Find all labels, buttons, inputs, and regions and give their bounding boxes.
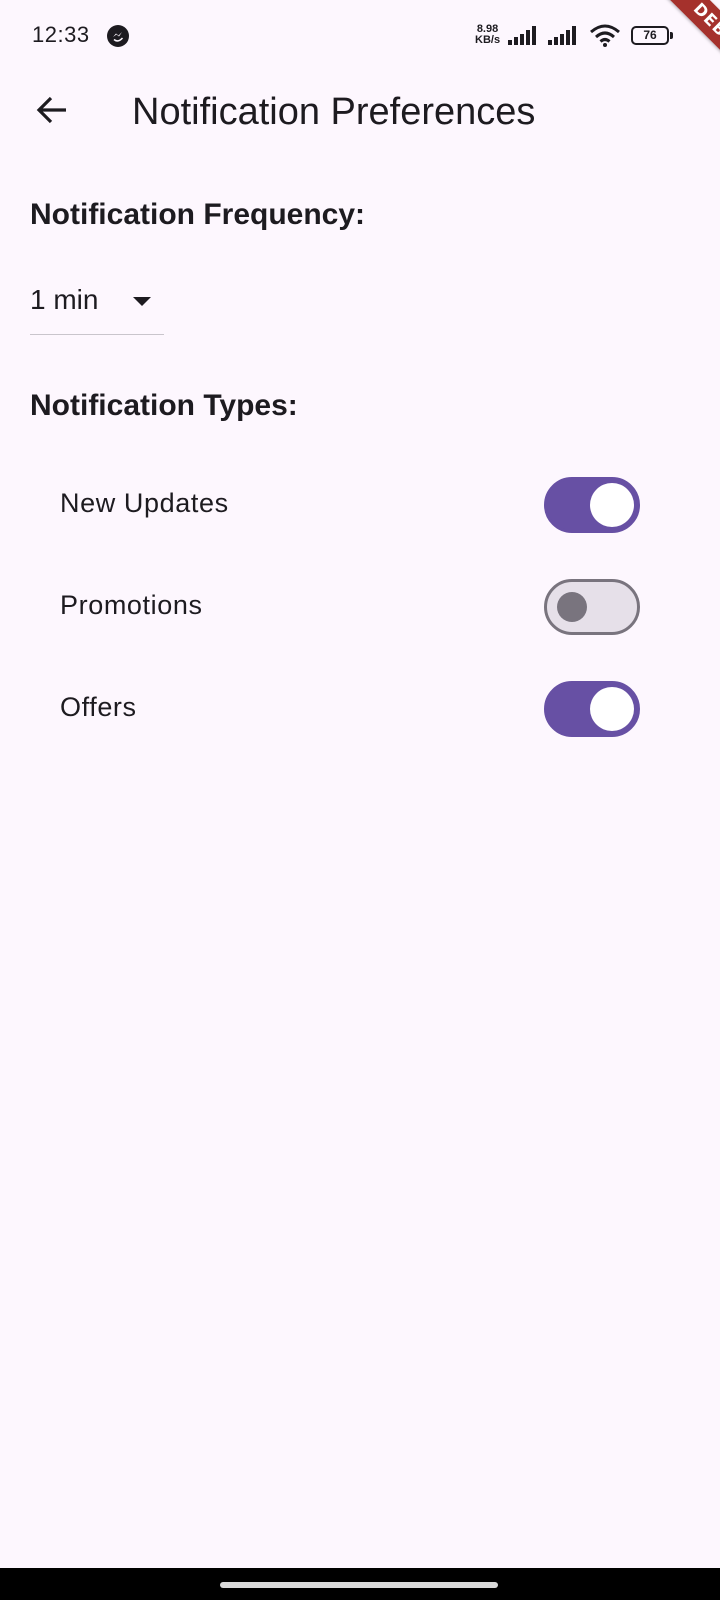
arrow-left-icon [35, 93, 69, 132]
switch-offers[interactable] [544, 681, 640, 737]
switch-thumb [590, 687, 634, 731]
network-speed-unit: KB/s [475, 34, 501, 46]
battery-tip [670, 32, 673, 39]
switch-promotions[interactable] [544, 579, 640, 635]
frequency-selected-value: 1 min [30, 284, 99, 315]
debug-banner: DEBUG [653, 0, 720, 97]
types-heading: Notification Types: [30, 389, 298, 422]
signal-icon [508, 26, 540, 51]
switch-new-updates[interactable] [544, 477, 640, 533]
status-time: 12:33 [32, 22, 90, 47]
toggle-row-offers[interactable]: Offers [0, 667, 720, 747]
battery-icon: 76 [631, 26, 669, 45]
toggle-row-promotions[interactable]: Promotions [0, 565, 720, 645]
toggle-label-new-updates: New Updates [60, 488, 229, 518]
network-speed: 8.98 KB/s [475, 24, 500, 46]
messenger-icon [106, 24, 130, 48]
switch-thumb [590, 483, 634, 527]
signal-icon [548, 26, 580, 51]
page-title: Notification Preferences [132, 91, 536, 133]
toggle-label-offers: Offers [60, 692, 137, 722]
back-button[interactable] [28, 88, 76, 136]
toggle-label-promotions: Promotions [60, 590, 203, 620]
dropdown-arrow-icon [132, 295, 152, 313]
battery-level: 76 [643, 28, 657, 42]
frequency-dropdown[interactable]: 1 min [30, 280, 164, 335]
wifi-icon [589, 24, 621, 53]
switch-thumb [557, 592, 587, 622]
toggle-row-new-updates[interactable]: New Updates [0, 463, 720, 543]
home-gesture-handle[interactable] [220, 1582, 498, 1588]
frequency-heading: Notification Frequency: [30, 198, 366, 231]
